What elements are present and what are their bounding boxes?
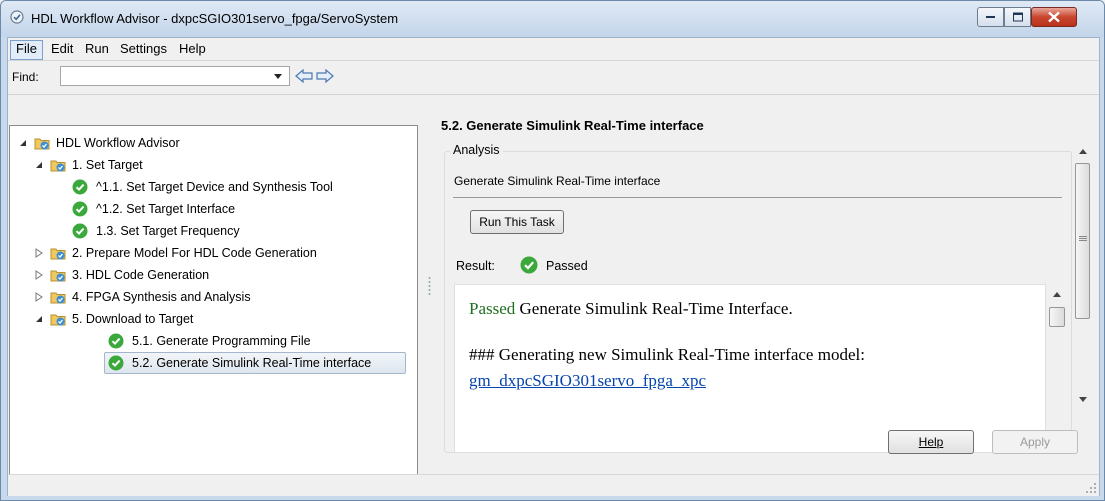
window-title: HDL Workflow Advisor - dxpcSGIO301servo_… (31, 11, 399, 26)
toolbar-separator (8, 94, 1099, 95)
folder-check-icon (50, 248, 66, 260)
maximize-icon (1012, 12, 1023, 22)
tree-item-label: 5. Download to Target (72, 312, 194, 326)
find-toolbar: Find: (8, 61, 1099, 93)
folder-check-icon (50, 160, 66, 172)
tree-item-label: 1. Set Target (72, 158, 143, 172)
result-output[interactable]: Passed Generate Simulink Real-Time Inter… (454, 284, 1046, 453)
check-circle-icon (108, 355, 124, 371)
result-summary: Passed Generate Simulink Real-Time Inter… (469, 299, 793, 319)
menu-run[interactable]: Run (80, 40, 114, 58)
scroll-up-icon[interactable] (1078, 147, 1088, 155)
expanded-triangle-icon[interactable] (18, 138, 28, 148)
help-label: Help (918, 435, 944, 449)
details-scrollbar[interactable] (1074, 143, 1092, 410)
folder-check-icon (50, 292, 66, 304)
advisor-window: HDL Workflow Advisor - dxpcSGIO301servo_… (0, 0, 1105, 501)
arrow-left-icon[interactable] (294, 67, 314, 85)
tree-item-label: 5.1. Generate Programming File (132, 334, 311, 348)
expanded-triangle-icon[interactable] (34, 160, 44, 170)
generation-message: ### Generating new Simulink Real-Time in… (469, 345, 865, 364)
check-circle-icon (72, 201, 88, 217)
menu-bar: File Edit Run Settings Help (8, 38, 1099, 61)
result-label: Result: (456, 259, 495, 273)
arrow-right-icon[interactable] (315, 67, 335, 85)
check-circle-icon (72, 179, 88, 195)
task-title: 5.2. Generate Simulink Real-Time interfa… (441, 118, 704, 133)
collapsed-triangle-icon[interactable] (34, 270, 44, 280)
folder-check-icon (34, 138, 50, 150)
run-this-task-button[interactable]: Run This Task (470, 210, 564, 234)
tree-item-label: 2. Prepare Model For HDL Code Generation (72, 246, 317, 260)
collapsed-triangle-icon[interactable] (34, 292, 44, 302)
minimize-icon (985, 16, 995, 18)
folder-check-icon (50, 270, 66, 282)
status-bar (8, 474, 1099, 496)
grip-icon (1079, 236, 1087, 241)
scroll-down-icon[interactable] (1078, 396, 1088, 404)
splitter-handle[interactable] (428, 276, 431, 296)
menu-settings[interactable]: Settings (115, 40, 172, 58)
menu-edit[interactable]: Edit (46, 40, 78, 58)
resize-grip-icon[interactable] (1085, 482, 1097, 494)
tree-item-label: ^1.1. Set Target Device and Synthesis To… (96, 180, 333, 194)
close-icon (1048, 11, 1060, 23)
menu-file[interactable]: File (10, 40, 43, 60)
result-status: Passed (546, 259, 588, 273)
check-circle-icon (520, 256, 538, 274)
minimize-button[interactable] (977, 7, 1004, 27)
client-area: File Edit Run Settings Help Find: HDL Wo… (7, 37, 1100, 496)
apply-button[interactable]: Apply (992, 430, 1078, 454)
divider (453, 197, 1062, 198)
folder-check-icon (50, 314, 66, 326)
scroll-thumb[interactable] (1075, 163, 1090, 319)
tree-item-label: 1.3. Set Target Frequency (96, 224, 240, 238)
analysis-label: Analysis (450, 143, 503, 157)
scroll-thumb[interactable] (1049, 307, 1065, 327)
tree-item-label: 4. FPGA Synthesis and Analysis (72, 290, 251, 304)
find-input[interactable] (61, 67, 273, 85)
output-scrollbar[interactable] (1048, 284, 1066, 414)
task-description: Generate Simulink Real-Time interface (454, 174, 661, 188)
find-label: Find: (12, 70, 39, 84)
chevron-down-icon[interactable] (269, 67, 287, 85)
summary-text: Generate Simulink Real-Time Interface. (515, 299, 793, 318)
title-bar[interactable]: HDL Workflow Advisor - dxpcSGIO301servo_… (1, 1, 1104, 37)
tree-root-label: HDL Workflow Advisor (56, 136, 180, 150)
find-combobox[interactable] (60, 66, 290, 86)
close-button[interactable] (1031, 7, 1077, 27)
analysis-group: Analysis Generate Simulink Real-Time int… (444, 143, 1074, 453)
check-circle-icon (108, 333, 124, 349)
expanded-triangle-icon[interactable] (34, 314, 44, 324)
collapsed-triangle-icon[interactable] (34, 248, 44, 258)
model-link[interactable]: gm_dxpcSGIO301servo_fpga_xpc (469, 371, 706, 391)
help-button[interactable]: Help (888, 430, 974, 454)
app-icon (10, 10, 24, 24)
maximize-button[interactable] (1004, 7, 1031, 27)
passed-text: Passed (469, 299, 516, 318)
tree-item-label: 3. HDL Code Generation (72, 268, 210, 282)
check-circle-icon (72, 223, 88, 239)
tree-item-label: 5.2. Generate Simulink Real-Time interfa… (132, 356, 372, 370)
tree-item-label: ^1.2. Set Target Interface (96, 202, 236, 216)
scroll-up-icon[interactable] (1052, 290, 1062, 298)
menu-help[interactable]: Help (174, 40, 211, 58)
task-tree[interactable]: HDL Workflow Advisor 1. Set Target ^1.1.… (9, 125, 418, 479)
